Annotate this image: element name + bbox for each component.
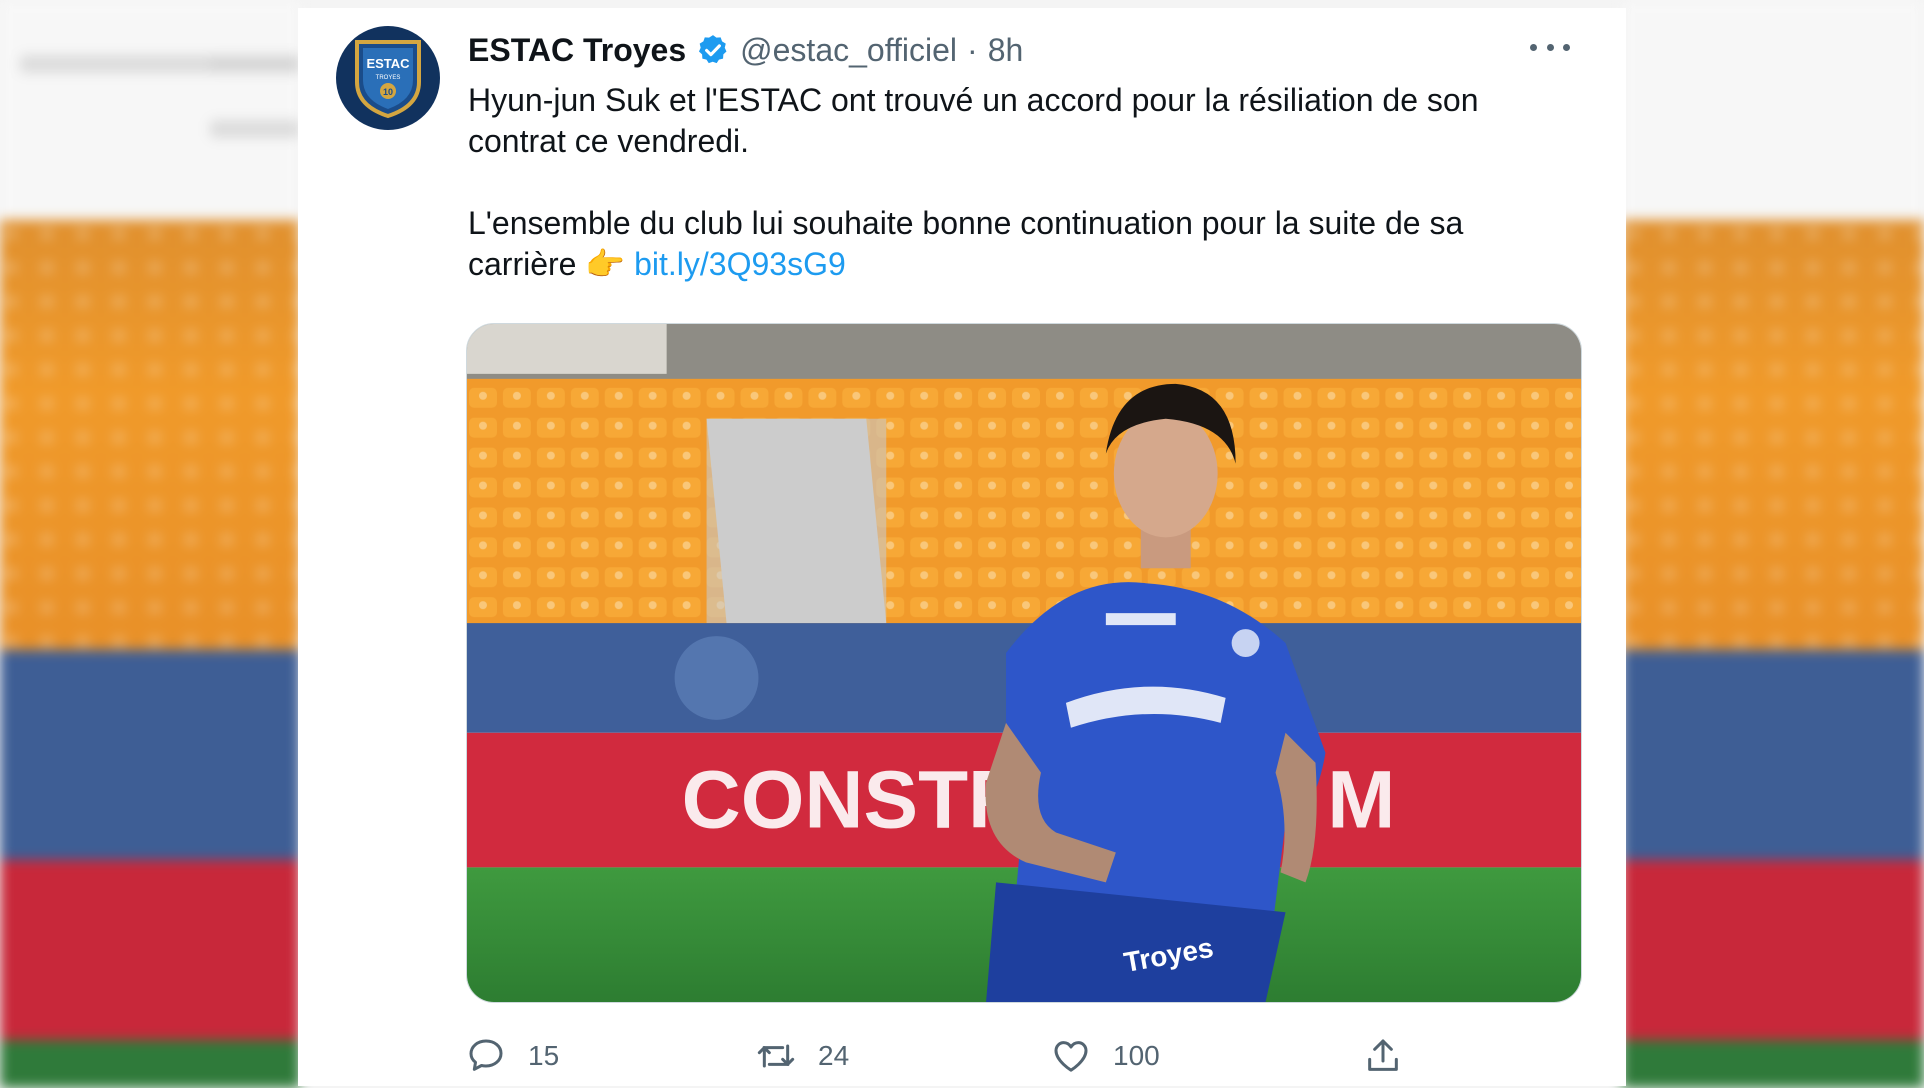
svg-text:ESTAC: ESTAC (366, 56, 410, 71)
retweet-count: 24 (818, 1040, 850, 1071)
svg-text:10: 10 (383, 87, 393, 97)
like-button[interactable]: 100 (1051, 1028, 1160, 1084)
retweet-icon (757, 1044, 795, 1068)
svg-text:TROYES: TROYES (376, 75, 401, 81)
background-blur-right (1622, 0, 1924, 1088)
heart-icon (1054, 1041, 1088, 1072)
share-button[interactable] (1363, 1028, 1403, 1084)
tweet-media-photo[interactable]: CONSTR UR DE M Troyes (466, 323, 1582, 1003)
tweet-card[interactable]: ESTAC TROYES 10 ESTAC Troyes @estac_offi… (298, 8, 1626, 1086)
tweet-text-paragraph-1: Hyun-jun Suk et l'ESTAC ont trouvé un ac… (468, 82, 1479, 159)
football-player-photo: CONSTR UR DE M Troyes (467, 324, 1581, 1002)
tweet-text: Hyun-jun Suk et l'ESTAC ont trouvé un ac… (468, 80, 1548, 285)
tweet-link[interactable]: bit.ly/3Q93sG9 (634, 246, 846, 282)
display-name[interactable]: ESTAC Troyes (468, 28, 686, 72)
tweet-actions: 15 24 100 (466, 1028, 1566, 1084)
tweet-text-paragraph-2: L'ensemble du club lui souhaite bonne co… (468, 203, 1548, 285)
avatar[interactable]: ESTAC TROYES 10 (336, 26, 440, 130)
estac-logo-icon: ESTAC TROYES 10 (355, 40, 421, 119)
share-icon (1368, 1039, 1398, 1071)
more-options-icon[interactable] (1530, 32, 1570, 62)
separator-dot: · (967, 32, 978, 68)
background-blur-left (0, 0, 300, 1088)
tweet-header: ESTAC Troyes @estac_officiel · 8h (468, 28, 1606, 72)
reply-icon (469, 1039, 503, 1071)
timestamp[interactable]: 8h (988, 28, 1024, 72)
reply-button[interactable]: 15 (466, 1028, 559, 1084)
like-count: 100 (1113, 1040, 1160, 1071)
reply-count: 15 (528, 1040, 560, 1071)
handle[interactable]: @estac_officiel (740, 28, 957, 72)
tweet-text-paragraph-2-text: L'ensemble du club lui souhaite bonne co… (468, 205, 1464, 282)
retweet-button[interactable]: 24 (756, 1028, 849, 1084)
verified-badge-icon (699, 35, 727, 64)
